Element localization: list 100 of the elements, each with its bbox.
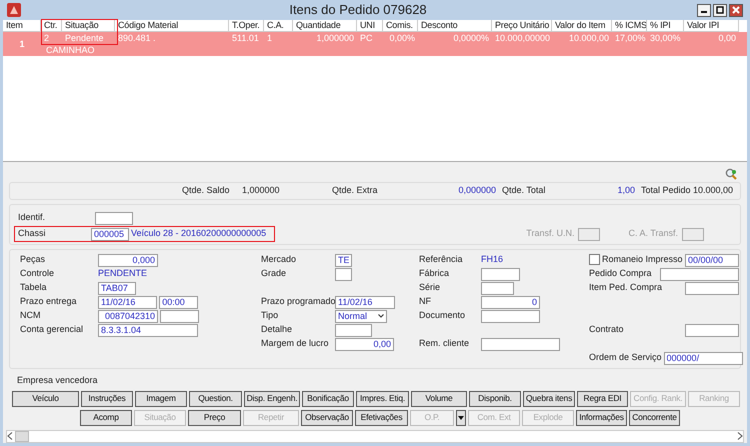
field-label: NCM [20, 309, 42, 322]
input-field[interactable] [481, 338, 560, 350]
field-label: Prazo programado [261, 295, 333, 308]
field-label: Item Ped. Compra [589, 281, 662, 294]
table-cell-text: 10.000,00000 [494, 32, 552, 44]
input-field[interactable] [685, 324, 739, 336]
field-label: Margem de lucro [261, 337, 330, 350]
field-label: Série [419, 281, 442, 294]
field-label: Rem. cliente [419, 337, 470, 350]
field-label: NF [419, 295, 432, 308]
chassi-field[interactable]: 000005 [91, 228, 129, 240]
input-field[interactable]: 00:00 [159, 296, 198, 308]
field-label: Grade [261, 267, 288, 280]
toolbar-button[interactable]: Concorrente [629, 410, 680, 426]
select-field[interactable]: Normal [335, 310, 387, 322]
field-label: Contrato [589, 323, 624, 336]
zoom-icon[interactable] [725, 168, 737, 180]
input-field[interactable]: 00/00/00 [685, 254, 739, 266]
table-cell-text: 0,0000% [452, 32, 490, 44]
summary-value: 0,000000 [457, 184, 497, 198]
toolbar-button[interactable]: Informações [576, 410, 627, 426]
field-label: Ordem de Serviço [589, 351, 662, 364]
toolbar-button[interactable]: Preço [188, 410, 241, 426]
input-field[interactable]: 11/02/16 [335, 296, 395, 308]
table-cell-text: Pendente [64, 32, 105, 44]
toolbar-button[interactable]: Acomp [80, 410, 132, 426]
input-field[interactable] [481, 310, 540, 322]
table-cell-text: 1 [266, 32, 274, 44]
input-field[interactable] [335, 324, 372, 336]
maximize-button[interactable] [713, 4, 727, 16]
minimize-button[interactable] [697, 4, 711, 16]
toolbar-button[interactable]: Observação [301, 410, 353, 426]
toolbar-button[interactable]: Impres. Etiq. [356, 390, 409, 406]
summary-value: 1,00 [616, 184, 636, 198]
maximize-icon [716, 6, 724, 14]
chevron-icon [378, 314, 384, 318]
field-label: C. A. Transf. [628, 227, 678, 240]
field-label: Peças [20, 253, 46, 266]
input-field[interactable]: 0 [481, 296, 540, 308]
field-label: Identif. [18, 211, 46, 224]
toolbar-button[interactable]: Disp. Engenh. [244, 390, 300, 406]
input-field[interactable]: 11/02/16 [98, 296, 157, 308]
summary-label: Qtde. Total [502, 184, 546, 198]
field-label: Tipo [261, 309, 280, 322]
scroll-left-icon[interactable] [7, 432, 13, 440]
toolbar-button[interactable]: Instruções [81, 390, 133, 406]
checkbox[interactable] [589, 254, 600, 266]
input-field[interactable] [160, 310, 200, 322]
table-cell-text: 0,00 [717, 32, 737, 44]
caret-icon [458, 416, 464, 420]
summary-label: Qtde. Saldo [182, 184, 231, 198]
input-field[interactable]: 0,000 [98, 254, 158, 266]
field-value: PENDENTE [98, 267, 148, 280]
input-field[interactable]: 0,00 [335, 338, 394, 350]
toolbar-button[interactable]: Bonificação [302, 390, 354, 406]
table-cell-text: 511.01 [231, 32, 260, 44]
field-label: Prazo entrega [20, 295, 78, 308]
field-label: Detalhe [261, 323, 294, 336]
input-field[interactable]: 8.3.3.1.04 [98, 324, 198, 336]
input-field[interactable]: TE [335, 254, 352, 266]
input-field[interactable] [481, 268, 520, 280]
toolbar-button[interactable]: Veículo [12, 390, 79, 406]
input-field[interactable] [660, 268, 739, 280]
field-label: Transf. U.N. [526, 227, 574, 240]
table-cell-text: 17,00% [614, 32, 647, 44]
horizontal-scrollbar[interactable] [6, 430, 744, 442]
summary-value: 10.000,00 [693, 184, 734, 198]
input-field[interactable] [481, 282, 514, 294]
scroll-right-icon[interactable] [737, 432, 743, 440]
field-label: Referência [419, 253, 464, 266]
field-label: Fábrica [419, 267, 450, 280]
toolbar-button[interactable]: Quebra itens [523, 390, 575, 406]
identif-field[interactable] [95, 212, 133, 224]
toolbar-button[interactable]: Question. [189, 390, 242, 406]
toolbar-button[interactable]: Disponib. [469, 390, 521, 406]
toolbar-button[interactable]: Imagem [135, 390, 187, 406]
table-cell-text: 10.000,00 [568, 32, 610, 44]
field-label: Conta gerencial [20, 323, 84, 336]
scrollbar-thumb[interactable] [15, 430, 30, 442]
field-label: Chassi [17, 227, 47, 240]
summary-value: 1,000000 [242, 184, 281, 198]
field-label: Controle [20, 267, 56, 280]
input-field[interactable] [335, 268, 352, 280]
chassi-description: Veículo 28 - 20160200000000005 [131, 227, 268, 240]
table-cell-text: 1 [18, 38, 26, 50]
toolbar-button[interactable]: Efetivações [355, 410, 408, 426]
input-field[interactable]: 000000/ [664, 352, 743, 364]
close-button[interactable] [729, 4, 743, 16]
close-icon [732, 6, 740, 14]
input-field[interactable] [685, 282, 739, 294]
toolbar-button[interactable]: Volume [411, 390, 467, 406]
input-field[interactable]: TAB07 [98, 282, 136, 294]
table-cell-text: PC [359, 32, 374, 44]
table-cell-text: 890.481 . [117, 32, 157, 44]
dropdown-button[interactable] [456, 410, 466, 426]
input-field[interactable]: 0087042310 [98, 310, 158, 322]
toolbar-button[interactable]: Regra EDI [577, 390, 628, 406]
field-label: Mercado [261, 253, 298, 266]
table-cell-text: 30,00% [649, 32, 682, 44]
field-label: Romaneio Impresso [602, 253, 683, 266]
